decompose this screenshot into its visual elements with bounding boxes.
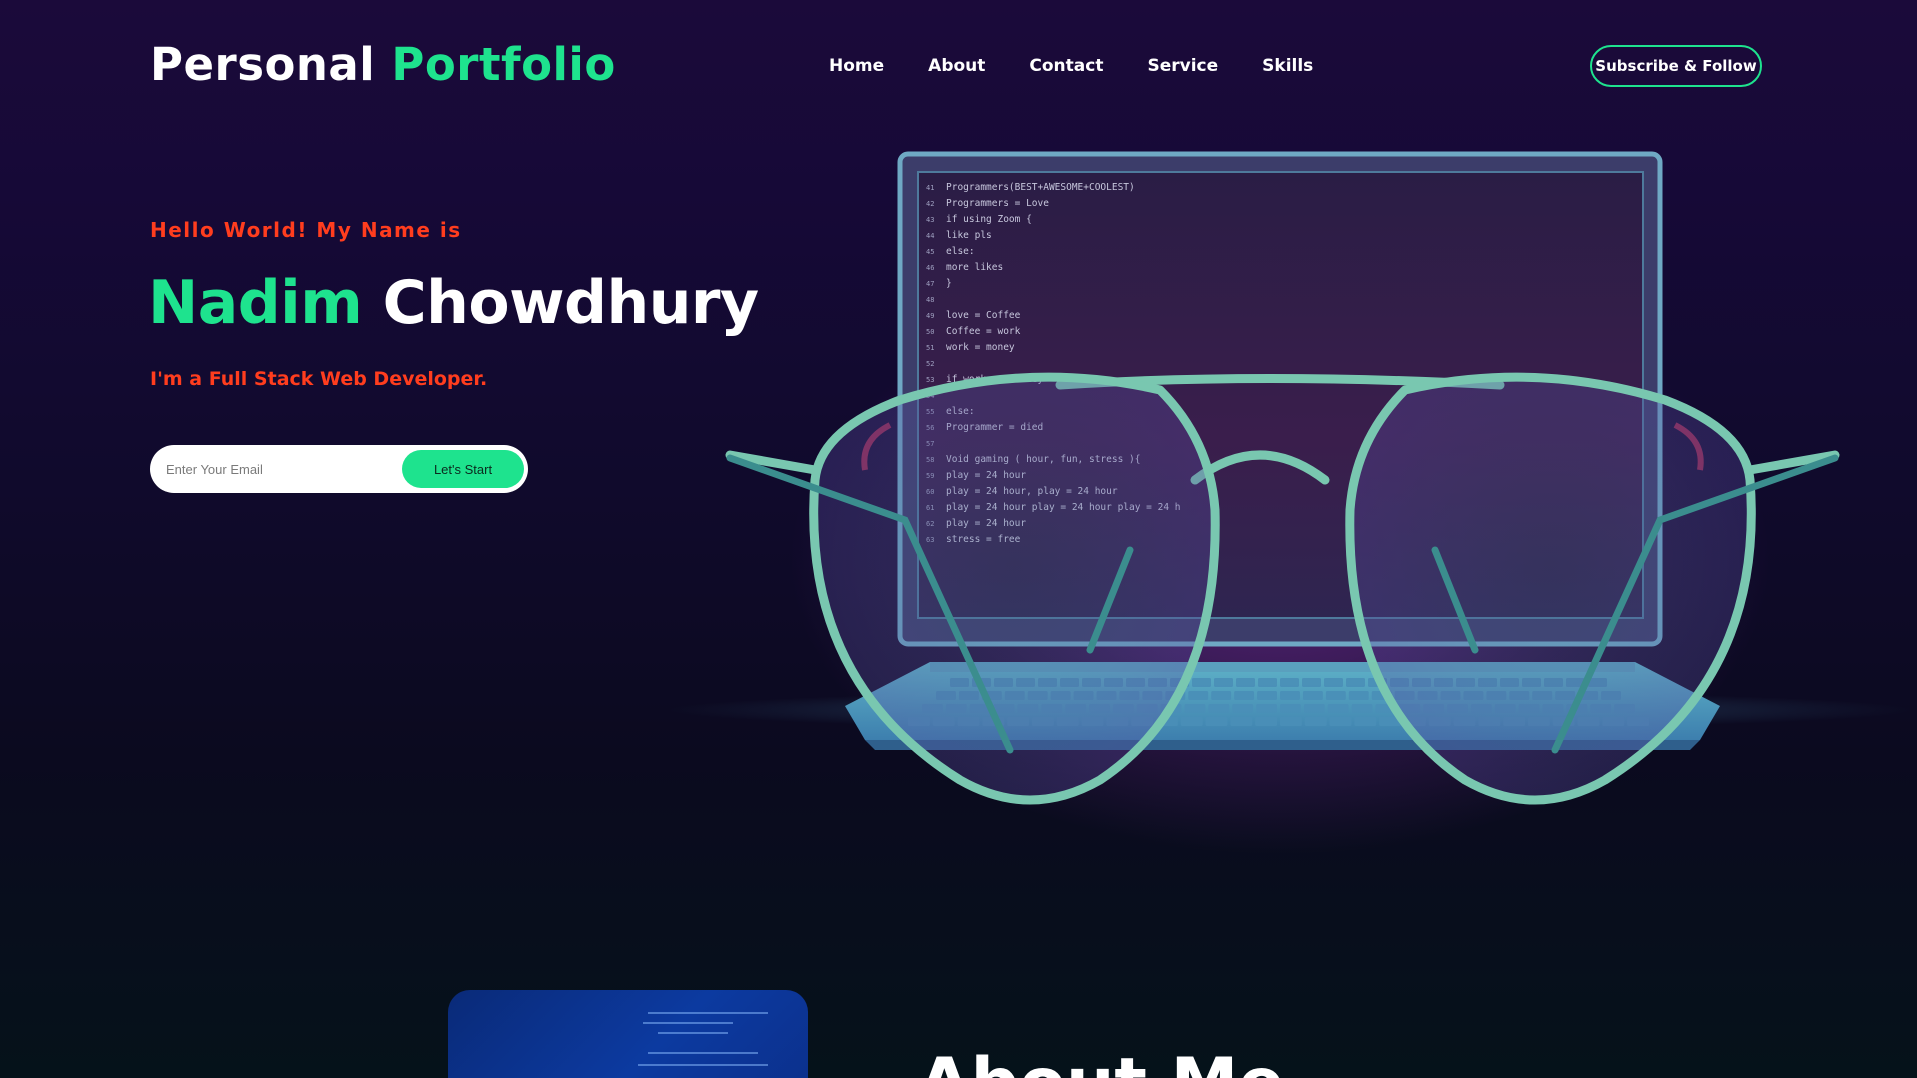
subscribe-follow-button[interactable]: Subscribe & Follow (1590, 45, 1762, 87)
site-logo[interactable]: Personal Portfolio (150, 38, 616, 91)
code-line-number: 51 (926, 344, 934, 352)
hero-role: I'm a Full Stack Web Developer. (150, 368, 488, 390)
keyboard-key (1188, 691, 1209, 700)
email-signup-form: Let's Start (150, 445, 528, 493)
code-line-number: 46 (926, 264, 934, 272)
keyboard-key (1258, 678, 1277, 687)
page: Personal Portfolio Home About Contact Se… (0, 0, 1917, 1078)
keyboard-key (1303, 704, 1325, 713)
lets-start-button[interactable]: Let's Start (402, 450, 524, 488)
code-line: Coffee = work (946, 326, 1021, 337)
nav-skills[interactable]: Skills (1262, 56, 1313, 76)
keyboard-key (1348, 691, 1369, 700)
hero-greeting: Hello World! My Name is (150, 218, 462, 242)
code-line-number: 45 (926, 248, 934, 256)
hero-first-name: Nadim (148, 268, 363, 338)
keyboard-key (1255, 717, 1277, 726)
keyboard-key (1208, 704, 1230, 713)
logo-text-second: Portfolio (391, 38, 616, 91)
code-line-number: 41 (926, 184, 934, 192)
laptop-with-glasses-icon: 41 Programmers(BEST+AWESOME+COOLEST) 42 Pro… (725, 151, 1840, 805)
keyboard-key (1184, 704, 1206, 713)
keyboard-key (1327, 704, 1349, 713)
code-line: more likes (946, 262, 1003, 273)
keyboard-key (1346, 678, 1365, 687)
code-line: Programmers = Love (946, 198, 1049, 209)
code-line: work = money (946, 342, 1015, 353)
code-line-number: 50 (926, 328, 934, 336)
nav-home[interactable]: Home (829, 56, 884, 76)
keyboard-key (1256, 704, 1277, 713)
keyboard-key (1304, 717, 1327, 726)
about-section-title: About Me (918, 1044, 1284, 1078)
code-line-number: 49 (926, 312, 934, 320)
code-line-number: 53 (926, 376, 934, 384)
email-input[interactable] (154, 460, 402, 478)
keyboard-key (1211, 691, 1232, 700)
code-line-number: 44 (926, 232, 934, 240)
code-line-number: 48 (926, 296, 934, 304)
code-line-number: 43 (926, 216, 934, 224)
keyboard-key (1232, 704, 1254, 713)
about-image-card (448, 990, 808, 1078)
keyboard-key (1280, 717, 1302, 726)
keyboard-key (1302, 691, 1323, 700)
keyboard-key (1324, 678, 1343, 687)
code-line: like pls (946, 230, 992, 241)
keyboard-key (1329, 717, 1352, 726)
keyboard-key (1236, 678, 1255, 687)
keyboard-key (1354, 717, 1377, 726)
main-nav: Home About Contact Service Skills (829, 56, 1357, 76)
nav-contact[interactable]: Contact (1029, 56, 1103, 76)
code-line: } (946, 278, 952, 289)
logo-text-first: Personal (150, 38, 376, 91)
keyboard-key (1280, 678, 1299, 687)
keyboard-key (1214, 678, 1233, 687)
keyboard-key (1280, 691, 1300, 700)
code-line-number: 47 (926, 280, 934, 288)
keyboard-key (1234, 691, 1255, 700)
code-line: if using Zoom { (946, 214, 1032, 225)
hero-name: Nadim Chowdhury (148, 268, 759, 338)
keyboard-key (1180, 717, 1203, 726)
code-line: else: (946, 246, 975, 257)
nav-about[interactable]: About (928, 56, 985, 76)
keyboard-key (1205, 717, 1228, 726)
keyboard-key (1230, 717, 1253, 726)
code-line: Programmers(BEST+AWESOME+COOLEST) (946, 182, 1135, 193)
keyboard-key (1302, 678, 1321, 687)
code-line: love = Coffee (946, 310, 1021, 321)
code-line-number: 52 (926, 360, 934, 368)
keyboard-key (1325, 691, 1346, 700)
keyboard-key (1192, 678, 1211, 687)
code-line-number: 42 (926, 200, 934, 208)
keyboard-key (1280, 704, 1301, 713)
keyboard-key (1257, 691, 1277, 700)
nav-service[interactable]: Service (1147, 56, 1218, 76)
keyboard-key (1351, 704, 1373, 713)
